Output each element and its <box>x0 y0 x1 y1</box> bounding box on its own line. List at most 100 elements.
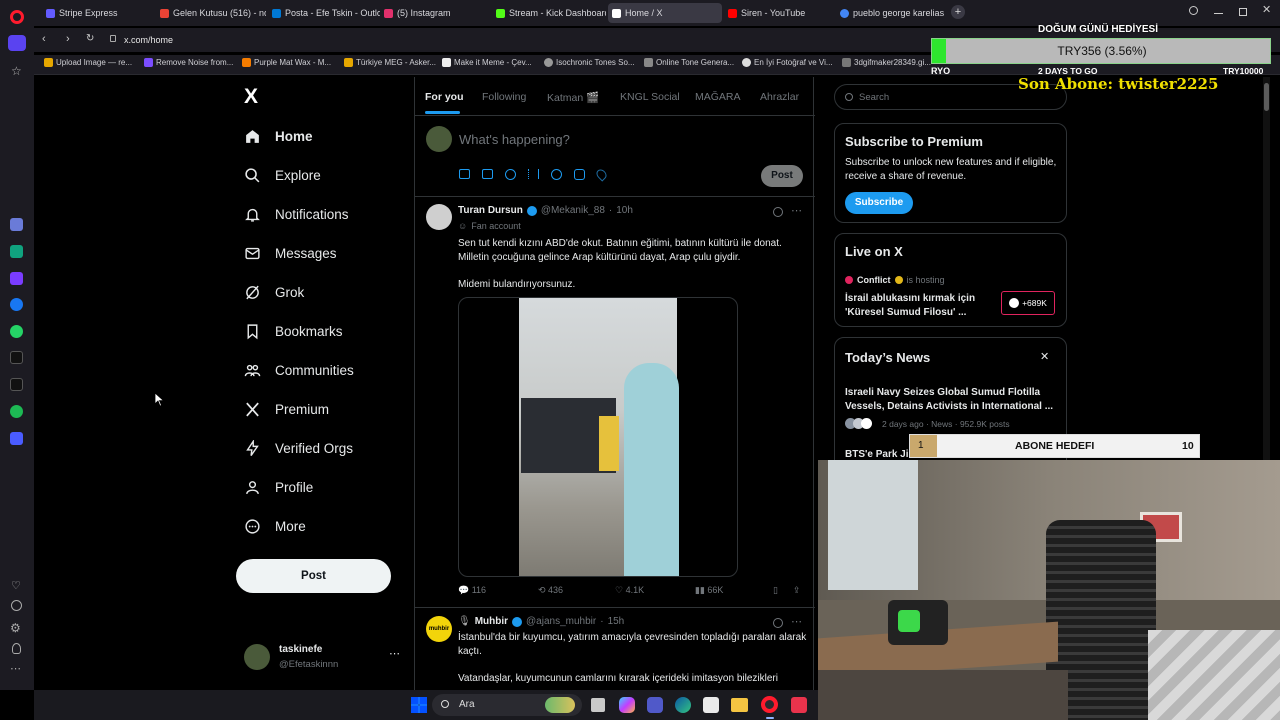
news-close-icon[interactable]: ✕ <box>1040 350 1049 363</box>
windows-start-icon[interactable] <box>411 697 427 713</box>
tab-gmail[interactable]: Gelen Kutusu (516) - nos... <box>156 3 266 23</box>
nav-communities[interactable]: Communities <box>244 362 354 379</box>
nav-notifications[interactable]: Notifications <box>244 206 349 223</box>
bookmark-item[interactable]: Remove Noise from... <box>144 58 233 67</box>
nav-explore[interactable]: Explore <box>244 167 321 184</box>
task-view-icon[interactable] <box>591 698 605 712</box>
nav-home[interactable]: Home <box>244 128 313 145</box>
aria-sidebar-icon[interactable] <box>10 218 23 231</box>
tab-search-icon[interactable] <box>1189 6 1198 15</box>
messenger-sidebar-icon[interactable] <box>10 298 23 311</box>
tab-outlook[interactable]: Posta - Efe Tskin - Outlook <box>268 3 380 23</box>
share-icon[interactable]: ⇪ <box>793 585 801 596</box>
tweet-avatar[interactable]: muhbir <box>426 616 452 642</box>
minimize-icon[interactable] <box>1214 13 1223 14</box>
x-sidebar-icon[interactable] <box>10 378 23 391</box>
tab-youtube[interactable]: Siren - YouTube <box>724 3 834 23</box>
emoji-icon[interactable] <box>551 169 562 180</box>
tab-kngl-social[interactable]: KNGL Social <box>620 91 680 103</box>
reply-button[interactable]: 💬 116 <box>458 585 486 596</box>
bookmark-tweet-icon[interactable]: ▯ <box>773 585 778 596</box>
tweet-handle[interactable]: @ajans_muhbir <box>526 616 596 627</box>
back-icon[interactable]: ‹ <box>42 33 46 45</box>
grok-tweet-icon[interactable] <box>773 618 783 628</box>
forward-icon[interactable]: › <box>66 33 70 45</box>
bookmark-item[interactable]: Make it Meme - Çev... <box>442 58 532 67</box>
nav-bookmarks[interactable]: Bookmarks <box>244 323 343 340</box>
whatsapp-sidebar-icon[interactable] <box>10 325 23 338</box>
subscribe-button[interactable]: Subscribe <box>845 192 913 214</box>
bookmark-item[interactable]: Upload Image — re... <box>44 58 132 67</box>
tab-x-home[interactable]: Home / X <box>608 3 722 23</box>
tab-for-you[interactable]: For you <box>425 91 464 103</box>
grok-tweet-icon[interactable] <box>773 207 783 217</box>
tweet-avatar[interactable] <box>426 204 452 230</box>
live-text[interactable]: İsrail ablukasını kırmak için 'Küresel S… <box>845 292 975 319</box>
tab-stripe[interactable]: Stripe Express <box>42 3 152 23</box>
tab-magara[interactable]: MAĞARA <box>695 91 741 103</box>
url-field[interactable]: x.com/home <box>124 32 173 48</box>
tab-instagram[interactable]: (5) Instagram <box>380 3 490 23</box>
scrollbar-thumb[interactable] <box>1264 83 1269 111</box>
tweet-time[interactable]: 10h <box>616 205 633 216</box>
tab-kick[interactable]: Stream - Kick Dashboard <box>492 3 606 23</box>
news-headline[interactable]: Israeli Navy Seizes Global Sumud Flotill… <box>845 386 1060 413</box>
cs-sidebar-icon[interactable] <box>10 272 23 285</box>
schedule-icon[interactable] <box>574 169 585 180</box>
tweet-more-icon[interactable]: ⋯ <box>791 204 802 217</box>
tweet-time[interactable]: 15h <box>608 616 625 627</box>
spotify-sidebar-icon[interactable] <box>10 405 23 418</box>
location-icon[interactable] <box>594 167 609 182</box>
edge-icon[interactable] <box>675 697 691 713</box>
bookmark-item[interactable]: Online Tone Genera... <box>644 58 734 67</box>
tab-katman[interactable]: Katman 🎬 <box>547 91 599 104</box>
tab-ahrazlar[interactable]: Ahrazlar <box>760 91 799 103</box>
settings-sidebar-icon[interactable]: ⚙ <box>10 621 21 635</box>
bookmark-item[interactable]: 3dgifmaker28349.gi... <box>842 58 931 67</box>
tweet[interactable]: Turan Dursun @Mekanik_88 · 10h ☺ Fan acco… <box>415 197 815 607</box>
post-button[interactable]: Post <box>236 559 391 593</box>
tweet-author[interactable]: Muhbir <box>475 616 508 627</box>
opera-taskbar-icon[interactable] <box>761 696 778 713</box>
tweet-handle[interactable]: @Mekanik_88 <box>541 205 605 216</box>
reload-icon[interactable]: ↻ <box>86 33 94 44</box>
new-tab-icon[interactable]: + <box>951 5 965 19</box>
grok-compose-icon[interactable] <box>505 169 516 180</box>
live-listeners[interactable]: +689K <box>1001 291 1055 315</box>
home-sidebar-icon[interactable] <box>8 35 26 51</box>
history-sidebar-icon[interactable] <box>11 600 22 611</box>
tweet[interactable]: muhbir 🎙 Muhbir @ajans_muhbir · 15h ⋯ İs… <box>415 608 815 690</box>
account-more-icon[interactable]: ⋯ <box>389 647 400 660</box>
player-sidebar-icon[interactable] <box>10 432 23 445</box>
copilot-icon[interactable] <box>619 697 635 713</box>
views-button[interactable]: ▮▮ 66K <box>695 585 723 596</box>
tweet-video[interactable] <box>458 297 738 577</box>
more-sidebar-icon[interactable]: ⋯ <box>10 662 21 675</box>
media-icon[interactable] <box>459 169 470 179</box>
nav-grok[interactable]: Grok <box>244 284 304 301</box>
account-switcher[interactable]: taskinefe @Efetaskinnn ⋯ <box>244 643 404 673</box>
tweet-author[interactable]: Turan Dursun <box>458 205 523 216</box>
repost-button[interactable]: ⟲ 436 <box>538 585 563 596</box>
bulb-sidebar-icon[interactable] <box>12 643 21 654</box>
heart-sidebar-icon[interactable]: ♡ <box>11 579 21 592</box>
file-explorer-icon[interactable] <box>731 698 748 712</box>
close-window-icon[interactable]: ✕ <box>1262 3 1271 16</box>
bookmark-item[interactable]: Türkiye MEG - Asker... <box>344 58 436 67</box>
gif-icon[interactable] <box>482 169 493 179</box>
poll-icon[interactable] <box>528 169 539 179</box>
tab-google[interactable]: pueblo george karelias - G... <box>836 3 944 23</box>
tweet-more-icon[interactable]: ⋯ <box>791 615 802 628</box>
tab-following[interactable]: Following <box>482 91 526 103</box>
opera-gx-icon[interactable] <box>791 697 807 713</box>
nav-verified-orgs[interactable]: Verified Orgs <box>244 440 353 457</box>
live-host-row[interactable]: Conflict is hosting <box>845 275 945 285</box>
composer-post-button[interactable]: Post <box>761 165 803 187</box>
tiktok-sidebar-icon[interactable] <box>10 351 23 364</box>
nav-premium[interactable]: Premium <box>244 401 329 418</box>
taskbar-search[interactable]: Ara <box>432 694 582 716</box>
teams-icon[interactable] <box>647 697 663 713</box>
composer-input[interactable]: What's happening? <box>459 132 570 147</box>
opera-logo-icon[interactable] <box>10 10 24 24</box>
bookmark-item[interactable]: Isochronic Tones So... <box>544 58 635 67</box>
